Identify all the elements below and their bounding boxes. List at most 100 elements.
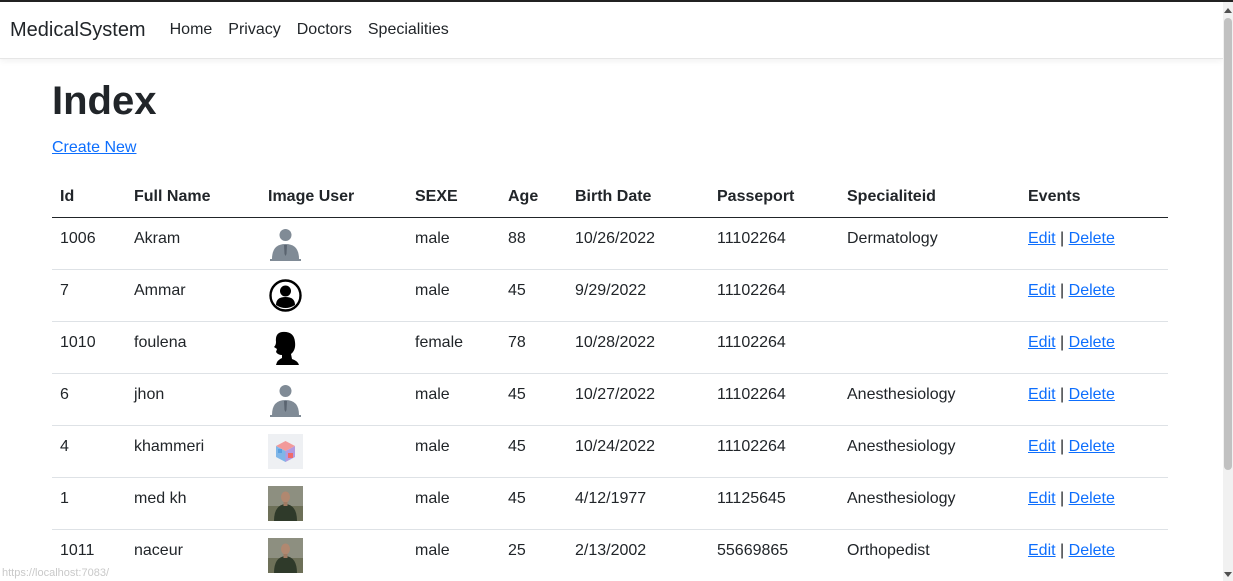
create-new-link[interactable]: Create New bbox=[52, 139, 136, 157]
link-separator: | bbox=[1060, 489, 1065, 507]
cell-full-name: jhon bbox=[126, 373, 260, 426]
table-row: 1010 foulena female 78 10/28/2022 11102264 Edi… bbox=[52, 321, 1168, 374]
edit-link[interactable]: Edit bbox=[1028, 542, 1056, 559]
cell-specialiteid bbox=[839, 269, 1020, 322]
table-header-row: Id Full Name Image User SEXE Age Birth D… bbox=[52, 177, 1168, 218]
table-row: 1011 naceur male 25 2/13/2002 55669865 Orthope… bbox=[52, 529, 1168, 581]
status-bar-url: https://localhost:7083/ bbox=[2, 567, 110, 579]
cell-events: Edit | Delete bbox=[1020, 321, 1168, 374]
link-separator: | bbox=[1060, 437, 1065, 455]
cell-image-user bbox=[260, 269, 407, 322]
cell-passeport: 11102264 bbox=[709, 269, 839, 322]
person-silhouette-suit-icon bbox=[268, 382, 303, 417]
person-photo bbox=[268, 537, 303, 573]
person-photo bbox=[268, 485, 303, 521]
cell-birth-date: 10/28/2022 bbox=[567, 321, 709, 374]
header-id: Id bbox=[52, 177, 126, 218]
cell-birth-date: 10/24/2022 bbox=[567, 425, 709, 478]
cell-passeport: 11102264 bbox=[709, 217, 839, 270]
scroll-up-arrow-icon[interactable] bbox=[1224, 8, 1232, 13]
nav-link-home[interactable]: Home bbox=[170, 21, 213, 39]
table-row: 1006 Akram male 88 10/26/2022 11102264 Dermato… bbox=[52, 217, 1168, 270]
link-separator: | bbox=[1060, 229, 1065, 247]
cell-age: 25 bbox=[500, 529, 567, 581]
cell-sexe: male bbox=[407, 373, 500, 426]
link-separator: | bbox=[1060, 333, 1065, 351]
cell-age: 88 bbox=[500, 217, 567, 270]
header-passeport: Passeport bbox=[709, 177, 839, 218]
table-row: 4 khammeri male 45 10/24/2022 11102264 Anesthe… bbox=[52, 425, 1168, 478]
cell-full-name: med kh bbox=[126, 477, 260, 530]
header-age: Age bbox=[500, 177, 567, 218]
cell-id: 1006 bbox=[52, 217, 126, 270]
header-events: Events bbox=[1020, 177, 1168, 218]
cell-image-user bbox=[260, 373, 407, 426]
header-image-user: Image User bbox=[260, 177, 407, 218]
nav-link-specialities[interactable]: Specialities bbox=[368, 21, 449, 39]
cell-id: 4 bbox=[52, 425, 126, 478]
delete-link[interactable]: Delete bbox=[1069, 438, 1115, 455]
header-specialiteid: Specialiteid bbox=[839, 177, 1020, 218]
cell-specialiteid: Anesthesiology bbox=[839, 373, 1020, 426]
cell-image-user bbox=[260, 321, 407, 374]
edit-link[interactable]: Edit bbox=[1028, 438, 1056, 455]
cell-full-name: foulena bbox=[126, 321, 260, 374]
header-birth-date: Birth Date bbox=[567, 177, 709, 218]
nav-link-privacy[interactable]: Privacy bbox=[228, 21, 280, 39]
cell-specialiteid: Anesthesiology bbox=[839, 477, 1020, 530]
scroll-down-arrow-icon[interactable] bbox=[1224, 572, 1232, 577]
vertical-scrollbar[interactable] bbox=[1223, 2, 1233, 581]
cell-events: Edit | Delete bbox=[1020, 269, 1168, 322]
cell-birth-date: 4/12/1977 bbox=[567, 477, 709, 530]
cell-sexe: male bbox=[407, 269, 500, 322]
edit-link[interactable]: Edit bbox=[1028, 334, 1056, 351]
cell-sexe: male bbox=[407, 529, 500, 581]
cell-full-name: Ammar bbox=[126, 269, 260, 322]
cell-sexe: male bbox=[407, 477, 500, 530]
header-full-name: Full Name bbox=[126, 177, 260, 218]
cell-sexe: male bbox=[407, 425, 500, 478]
cell-specialiteid: Dermatology bbox=[839, 217, 1020, 270]
cell-image-user bbox=[260, 477, 407, 530]
edit-link[interactable]: Edit bbox=[1028, 230, 1056, 247]
delete-link[interactable]: Delete bbox=[1069, 542, 1115, 559]
link-separator: | bbox=[1060, 541, 1065, 559]
cell-age: 78 bbox=[500, 321, 567, 374]
user-circle-icon bbox=[268, 278, 303, 313]
cell-events: Edit | Delete bbox=[1020, 529, 1168, 581]
cell-passeport: 11102264 bbox=[709, 321, 839, 374]
cell-events: Edit | Delete bbox=[1020, 373, 1168, 426]
cell-passeport: 11125645 bbox=[709, 477, 839, 530]
header-sexe: SEXE bbox=[407, 177, 500, 218]
cell-id: 1 bbox=[52, 477, 126, 530]
cell-specialiteid: Anesthesiology bbox=[839, 425, 1020, 478]
cell-image-user bbox=[260, 217, 407, 270]
delete-link[interactable]: Delete bbox=[1069, 230, 1115, 247]
delete-link[interactable]: Delete bbox=[1069, 490, 1115, 507]
edit-link[interactable]: Edit bbox=[1028, 386, 1056, 403]
scroll-thumb[interactable] bbox=[1224, 18, 1232, 470]
head-silhouette-icon bbox=[268, 330, 303, 365]
delete-link[interactable]: Delete bbox=[1069, 334, 1115, 351]
main-content: Index Create New Id Full Name Image User… bbox=[52, 60, 1168, 581]
cell-passeport: 11102264 bbox=[709, 425, 839, 478]
nav-link-doctors[interactable]: Doctors bbox=[297, 21, 352, 39]
cell-specialiteid bbox=[839, 321, 1020, 374]
brand-link[interactable]: MedicalSystem bbox=[10, 19, 146, 42]
cell-sexe: male bbox=[407, 217, 500, 270]
edit-link[interactable]: Edit bbox=[1028, 282, 1056, 299]
delete-link[interactable]: Delete bbox=[1069, 282, 1115, 299]
cell-events: Edit | Delete bbox=[1020, 477, 1168, 530]
person-silhouette-suit-icon bbox=[268, 226, 303, 261]
cell-sexe: female bbox=[407, 321, 500, 374]
cell-passeport: 55669865 bbox=[709, 529, 839, 581]
link-separator: | bbox=[1060, 281, 1065, 299]
cell-birth-date: 9/29/2022 bbox=[567, 269, 709, 322]
edit-link[interactable]: Edit bbox=[1028, 490, 1056, 507]
cell-full-name: Akram bbox=[126, 217, 260, 270]
cell-id: 6 bbox=[52, 373, 126, 426]
delete-link[interactable]: Delete bbox=[1069, 386, 1115, 403]
cell-id: 1010 bbox=[52, 321, 126, 374]
table-row: 7 Ammar male 45 9/29/2022 11102264 Edit | Dele… bbox=[52, 269, 1168, 322]
cell-specialiteid: Orthopedist bbox=[839, 529, 1020, 581]
